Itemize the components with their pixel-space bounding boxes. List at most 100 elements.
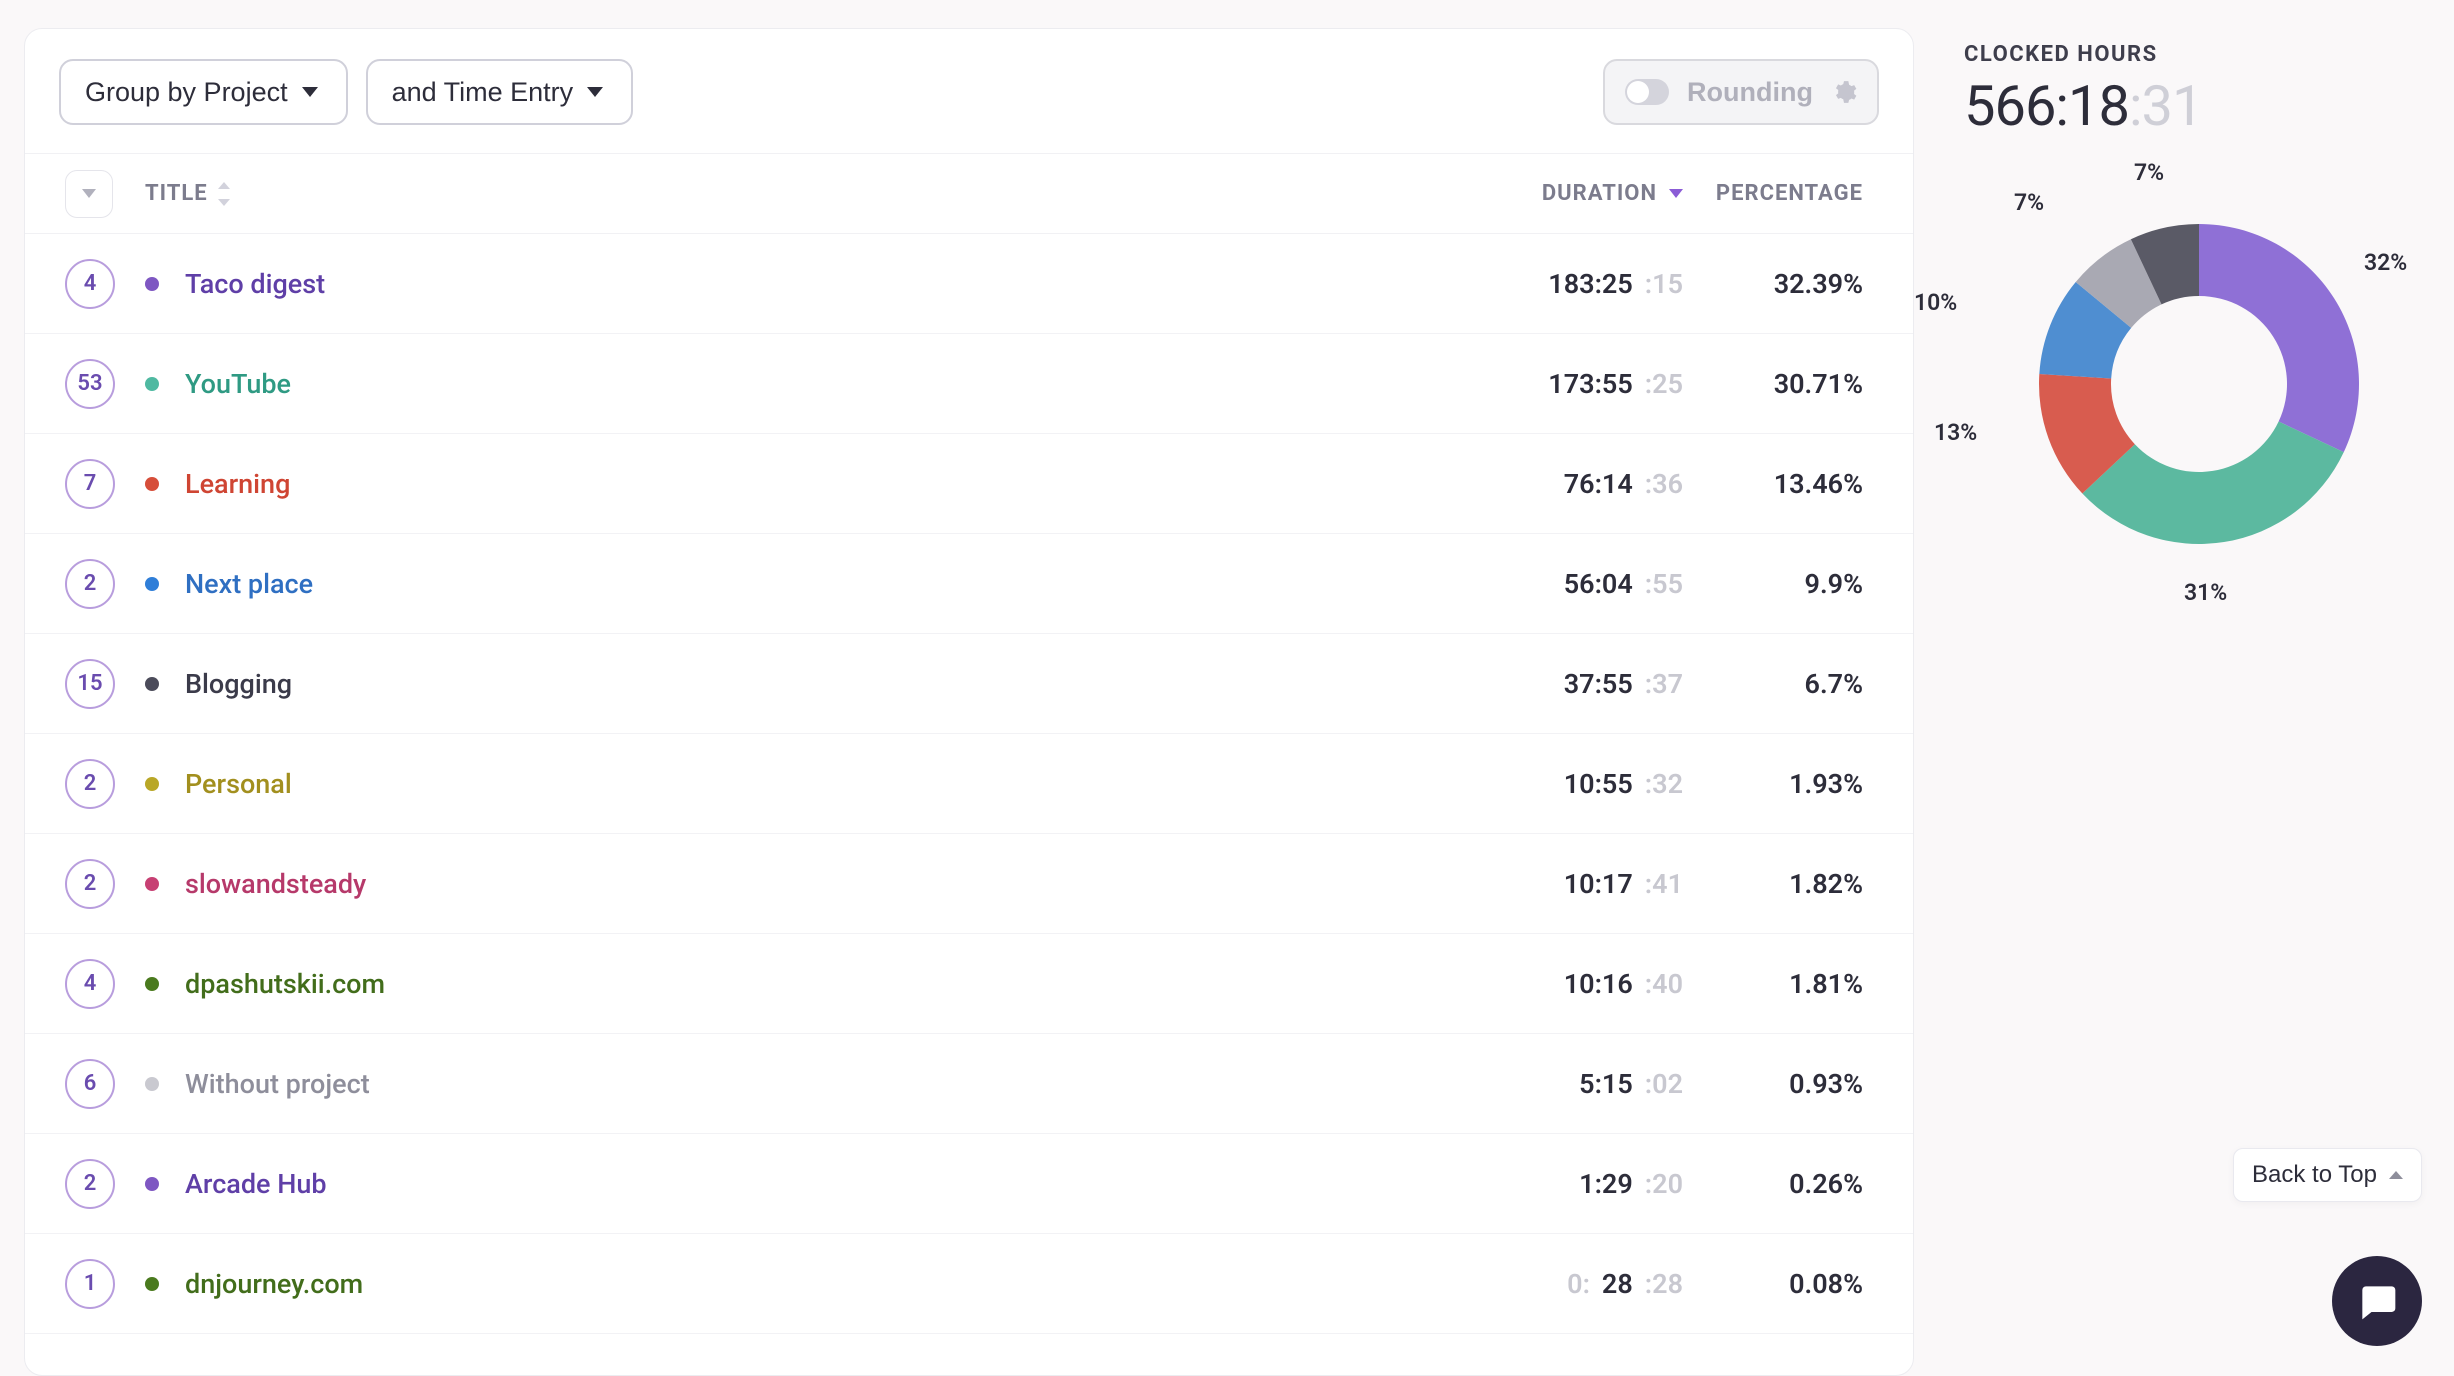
row-percentage: 0.93% xyxy=(1693,1068,1913,1100)
donut-slice-label: 7% xyxy=(2014,189,2044,216)
row-count-badge[interactable]: 2 xyxy=(65,1159,115,1209)
table-row[interactable]: 4 dpashutskii.com 10:16:401.81% xyxy=(25,934,1913,1034)
row-count-badge[interactable]: 4 xyxy=(65,259,115,309)
donut-slice-label: 10% xyxy=(1914,289,1957,316)
project-title: slowandsteady xyxy=(185,868,366,900)
table-row[interactable]: 7 Learning 76:14:3613.46% xyxy=(25,434,1913,534)
chat-icon xyxy=(2355,1279,2399,1323)
row-duration: 1:29:20 xyxy=(1443,1168,1693,1200)
table-row[interactable]: 1 dnjourney.com 0:28:280.08% xyxy=(25,1234,1913,1334)
project-title: Without project xyxy=(185,1068,370,1100)
row-count-badge[interactable]: 7 xyxy=(65,459,115,509)
project-color-dot xyxy=(145,1077,159,1091)
row-count-badge[interactable]: 6 xyxy=(65,1059,115,1109)
rounding-label: Rounding xyxy=(1687,77,1813,108)
chevron-down-icon xyxy=(82,189,96,198)
sort-desc-icon xyxy=(1669,189,1683,198)
row-percentage: 13.46% xyxy=(1693,468,1913,500)
table-row[interactable]: 2 Arcade Hub 1:29:200.26% xyxy=(25,1134,1913,1234)
row-count-badge[interactable]: 2 xyxy=(65,559,115,609)
donut-slice-label: 7% xyxy=(2134,159,2164,186)
project-title: dnjourney.com xyxy=(185,1268,363,1300)
toolbar: Group by Project and Time Entry Rounding xyxy=(25,29,1913,154)
project-title: dpashutskii.com xyxy=(185,968,385,1000)
row-percentage: 9.9% xyxy=(1693,568,1913,600)
project-title: Learning xyxy=(185,468,290,500)
row-percentage: 6.7% xyxy=(1693,668,1913,700)
table-body: 4Taco digest183:25:1532.39%53YouTube173:… xyxy=(25,234,1913,1334)
toggle-icon xyxy=(1625,79,1669,105)
project-title: Next place xyxy=(185,568,313,600)
rounding-toggle-button[interactable]: Rounding xyxy=(1603,59,1879,125)
row-percentage: 1.82% xyxy=(1693,868,1913,900)
row-count-badge[interactable]: 2 xyxy=(65,859,115,909)
project-title: Taco digest xyxy=(185,268,325,300)
table-row[interactable]: 2 Personal 10:55:321.93% xyxy=(25,734,1913,834)
row-count-badge[interactable]: 15 xyxy=(65,659,115,709)
chat-fab[interactable] xyxy=(2332,1256,2422,1346)
row-percentage: 1.81% xyxy=(1693,968,1913,1000)
row-duration: 0:28:28 xyxy=(1443,1268,1693,1300)
project-color-dot xyxy=(145,1177,159,1191)
row-percentage: 1.93% xyxy=(1693,768,1913,800)
donut-slice-label: 31% xyxy=(2184,579,2227,606)
row-percentage: 30.71% xyxy=(1693,368,1913,400)
table-row[interactable]: 2 slowandsteady 10:17:411.82% xyxy=(25,834,1913,934)
secondary-group-label: and Time Entry xyxy=(392,77,574,108)
column-percentage-header[interactable]: PERCENTAGE xyxy=(1693,181,1913,206)
clocked-hours-value: 566:18:31 xyxy=(1964,73,2424,139)
chevron-down-icon xyxy=(302,87,318,97)
chevron-down-icon xyxy=(587,87,603,97)
column-title-header[interactable]: TITLE xyxy=(145,181,1443,206)
project-color-dot xyxy=(145,777,159,791)
gear-icon xyxy=(1831,79,1857,105)
row-percentage: 0.26% xyxy=(1693,1168,1913,1200)
sort-icon xyxy=(218,182,234,206)
chevron-up-icon xyxy=(2389,1171,2403,1179)
project-color-dot xyxy=(145,677,159,691)
project-color-dot xyxy=(145,1277,159,1291)
row-count-badge[interactable]: 53 xyxy=(65,359,115,409)
donut-slice-label: 32% xyxy=(2364,249,2407,276)
table-header: TITLE DURATION PERCENTAGE xyxy=(25,154,1913,234)
project-color-dot xyxy=(145,877,159,891)
table-row[interactable]: 6Without project5:15:020.93% xyxy=(25,1034,1913,1134)
project-title: Personal xyxy=(185,768,292,800)
row-percentage: 32.39% xyxy=(1693,268,1913,300)
row-duration: 10:17:41 xyxy=(1443,868,1693,900)
project-title: Blogging xyxy=(185,668,292,700)
row-percentage: 0.08% xyxy=(1693,1268,1913,1300)
project-color-dot xyxy=(145,477,159,491)
donut-chart: 32%31%13%10%7%7% xyxy=(1964,159,2404,639)
report-card: Group by Project and Time Entry Rounding xyxy=(24,28,1914,1376)
row-count-badge[interactable]: 4 xyxy=(65,959,115,1009)
project-color-dot xyxy=(145,577,159,591)
project-title: Arcade Hub xyxy=(185,1168,327,1200)
expand-all-toggle[interactable] xyxy=(65,170,113,218)
project-color-dot xyxy=(145,277,159,291)
row-duration: 37:55:37 xyxy=(1443,668,1693,700)
row-duration: 10:55:32 xyxy=(1443,768,1693,800)
donut-slice-label: 13% xyxy=(1934,419,1977,446)
row-duration: 183:25:15 xyxy=(1443,268,1693,300)
group-by-dropdown[interactable]: Group by Project xyxy=(59,59,348,125)
project-color-dot xyxy=(145,977,159,991)
back-to-top-button[interactable]: Back to Top xyxy=(2233,1148,2422,1202)
secondary-group-dropdown[interactable]: and Time Entry xyxy=(366,59,634,125)
project-title: YouTube xyxy=(185,368,291,400)
row-duration: 10:16:40 xyxy=(1443,968,1693,1000)
table-row[interactable]: 53YouTube173:55:2530.71% xyxy=(25,334,1913,434)
row-count-badge[interactable]: 2 xyxy=(65,759,115,809)
row-count-badge[interactable]: 1 xyxy=(65,1259,115,1309)
table-row[interactable]: 15 Blogging 37:55:376.7% xyxy=(25,634,1913,734)
table-row[interactable]: 2 Next place 56:04:559.9% xyxy=(25,534,1913,634)
row-duration: 76:14:36 xyxy=(1443,468,1693,500)
clocked-hours-label: CLOCKED HOURS xyxy=(1964,42,2424,67)
group-by-label: Group by Project xyxy=(85,77,288,108)
donut-slice[interactable] xyxy=(2199,224,2359,452)
row-duration: 56:04:55 xyxy=(1443,568,1693,600)
project-color-dot xyxy=(145,377,159,391)
column-duration-header[interactable]: DURATION xyxy=(1443,181,1693,206)
table-row[interactable]: 4 Taco digest 183:25:1532.39% xyxy=(25,234,1913,334)
donut-svg xyxy=(2034,219,2364,549)
